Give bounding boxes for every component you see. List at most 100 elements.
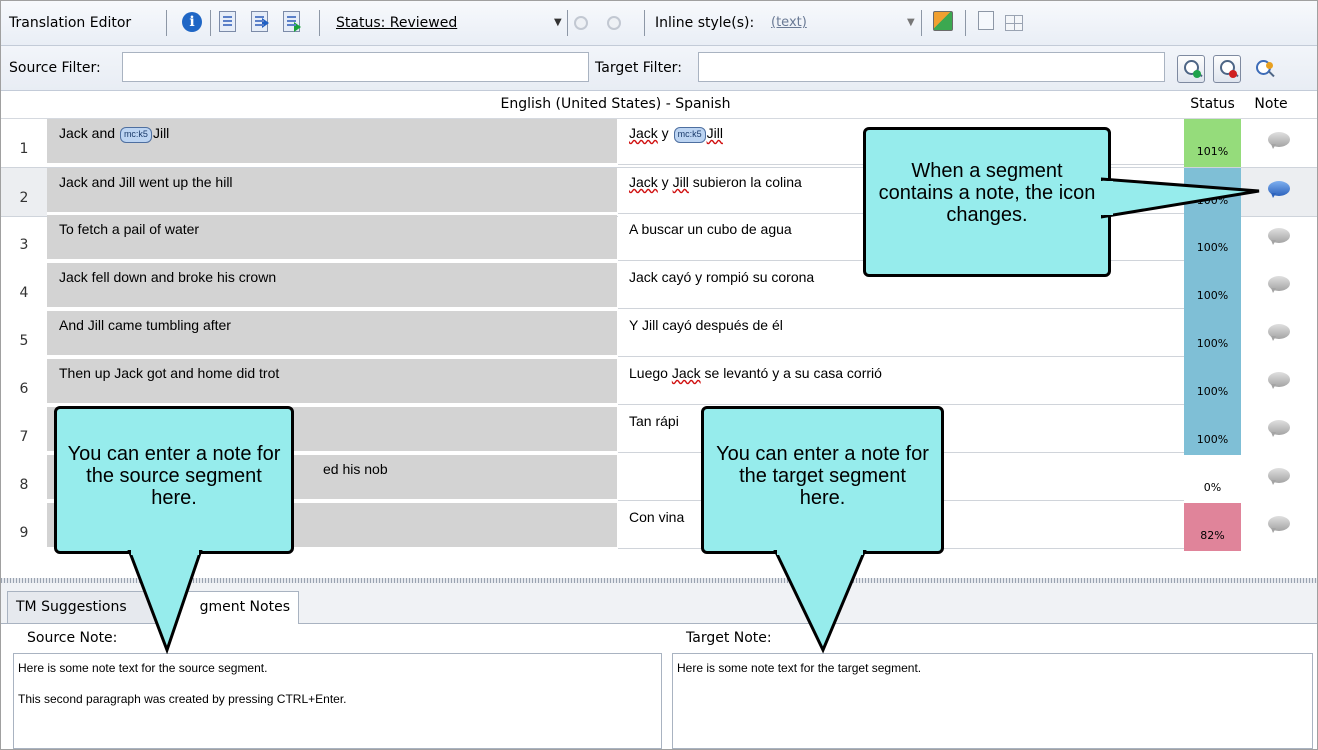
source-segment[interactable]: Jack fell down and broke his crown	[47, 263, 617, 309]
target-segment[interactable]: Y Jill cayó después de él	[618, 311, 1184, 357]
status-cell: 0%	[1184, 455, 1241, 503]
toolbar: Translation Editor i Status: Reviewed ▼ …	[1, 1, 1317, 46]
status-column-header[interactable]: Status	[1184, 91, 1241, 118]
note-cell[interactable]	[1241, 359, 1317, 407]
green-dot-icon	[1193, 70, 1201, 78]
source-text: Jack fell down and broke his crown	[59, 269, 277, 285]
table-row[interactable]: 1 Jack and mc:k5 Jill Jack y mc:k5 Jill 101%	[1, 119, 1317, 167]
note-icon[interactable]	[1268, 468, 1290, 485]
source-note-paragraph: Here is some note text for the source se…	[18, 661, 268, 675]
note-cell[interactable]	[1241, 407, 1317, 455]
inline-tag[interactable]: mc:k5	[119, 127, 152, 143]
row-number[interactable]: 9	[1, 503, 47, 551]
target-note-textarea[interactable]: Here is some note text for the target se…	[672, 653, 1313, 749]
properties-icon[interactable]	[219, 11, 236, 32]
source-text: To fetch a pail of water	[59, 221, 200, 237]
toggle-icon[interactable]	[607, 16, 621, 30]
target-text: Jack	[671, 365, 701, 381]
filter-clear-icon[interactable]	[1213, 55, 1241, 83]
inline-style-dropdown[interactable]: (text)	[771, 1, 807, 45]
grid-header: English (United States) - Spanish Status…	[1, 91, 1317, 119]
table-row[interactable]: 5 And Jill came tumbling after Y Jill cayó…	[1, 311, 1317, 359]
status-dropdown[interactable]: Status: Reviewed	[336, 1, 457, 45]
row-number[interactable]: 3	[1, 215, 47, 263]
table-row[interactable]: 6 Then up Jack got and home did trot Luego…	[1, 359, 1317, 407]
target-filter-input[interactable]	[698, 52, 1165, 82]
next-icon[interactable]	[283, 11, 301, 32]
language-pair-header: English (United States) - Spanish	[500, 96, 731, 112]
row-number[interactable]: 7	[1, 407, 47, 455]
target-text: Jack	[629, 174, 658, 190]
source-segment[interactable]: Jack and Jill went up the hill	[47, 168, 617, 214]
callout-target-note: You can enter a note for the target segm…	[701, 406, 944, 554]
source-text: ed his nob	[323, 461, 388, 477]
info-icon[interactable]: i	[182, 12, 202, 32]
chevron-down-icon[interactable]: ▼	[907, 1, 915, 45]
target-text: Tan rápi	[629, 413, 679, 429]
previous-icon[interactable]	[251, 11, 269, 32]
note-icon[interactable]	[1268, 372, 1290, 389]
inline-tag[interactable]: mc:k5	[673, 127, 706, 143]
target-note-label: Target Note:	[686, 630, 772, 646]
source-filter-input[interactable]	[122, 52, 589, 82]
chevron-down-icon[interactable]: ▼	[554, 1, 562, 45]
row-number[interactable]: 2	[1, 168, 47, 216]
editor-title: Translation Editor	[9, 15, 132, 31]
source-note-textarea[interactable]: Here is some note text for the source se…	[13, 653, 662, 749]
note-cell[interactable]	[1241, 119, 1317, 167]
filter-apply-icon[interactable]	[1177, 55, 1205, 83]
note-icon[interactable]	[1268, 132, 1290, 149]
target-text: y	[657, 125, 673, 141]
row-number[interactable]: 1	[1, 119, 47, 167]
table-row[interactable]: 4 Jack fell down and broke his crown Jack …	[1, 263, 1317, 311]
target-text: y	[657, 174, 673, 190]
row-number[interactable]: 4	[1, 263, 47, 311]
export-icon[interactable]	[933, 11, 953, 31]
note-cell[interactable]	[1241, 311, 1317, 359]
row-number[interactable]: 8	[1, 455, 47, 503]
source-segment[interactable]: And Jill came tumbling after	[47, 311, 617, 357]
target-text: Luego	[629, 365, 672, 381]
note-icon[interactable]	[1268, 181, 1290, 198]
status-cell: 101%	[1184, 119, 1241, 167]
source-segment[interactable]: Then up Jack got and home did trot	[47, 359, 617, 405]
row-number[interactable]: 6	[1, 359, 47, 407]
target-text: se levantó y a su casa corrió	[700, 365, 882, 381]
source-note-label: Source Note:	[27, 630, 118, 646]
inline-style-label: Inline style(s):	[655, 15, 755, 31]
note-icon[interactable]	[1268, 324, 1290, 341]
source-text: And Jill came tumbling after	[59, 317, 231, 333]
status-cell: 100%	[1184, 359, 1241, 407]
preview-icon[interactable]	[978, 11, 994, 30]
source-segment[interactable]: To fetch a pail of water	[47, 215, 617, 261]
orange-dot-icon	[1266, 62, 1273, 69]
grid-icon[interactable]	[1005, 15, 1023, 31]
target-text: Con vina	[629, 509, 685, 525]
toolbar-separator	[210, 10, 211, 36]
note-column-header[interactable]: Note	[1241, 91, 1301, 118]
source-text: Jill	[152, 125, 170, 141]
callout-source-note: You can enter a note for the source segm…	[54, 406, 294, 554]
note-cell[interactable]	[1241, 455, 1317, 503]
note-cell[interactable]	[1241, 263, 1317, 311]
source-text: Then up Jack got and home did trot	[59, 365, 280, 381]
callout-pointer	[773, 550, 867, 654]
toolbar-separator	[319, 10, 320, 36]
filter-options-icon[interactable]	[1249, 55, 1277, 83]
note-cell[interactable]	[1241, 503, 1317, 551]
status-cell: 100%	[1184, 311, 1241, 359]
toolbar-separator	[644, 10, 645, 36]
note-icon[interactable]	[1268, 516, 1290, 533]
row-number[interactable]: 5	[1, 311, 47, 359]
target-text: Jack	[629, 125, 658, 141]
note-icon[interactable]	[1268, 228, 1290, 245]
status-cell: 82%	[1184, 503, 1241, 551]
target-segment[interactable]: Luego Jack se levantó y a su casa corrió	[618, 359, 1184, 405]
toolbar-separator	[166, 10, 167, 36]
note-icon[interactable]	[1268, 276, 1290, 293]
note-icon[interactable]	[1268, 420, 1290, 437]
source-segment[interactable]: Jack and mc:k5 Jill	[47, 119, 617, 165]
toggle-icon[interactable]	[574, 16, 588, 30]
toolbar-separator	[921, 10, 922, 36]
source-text: Jack and Jill went up the hill	[59, 174, 233, 190]
